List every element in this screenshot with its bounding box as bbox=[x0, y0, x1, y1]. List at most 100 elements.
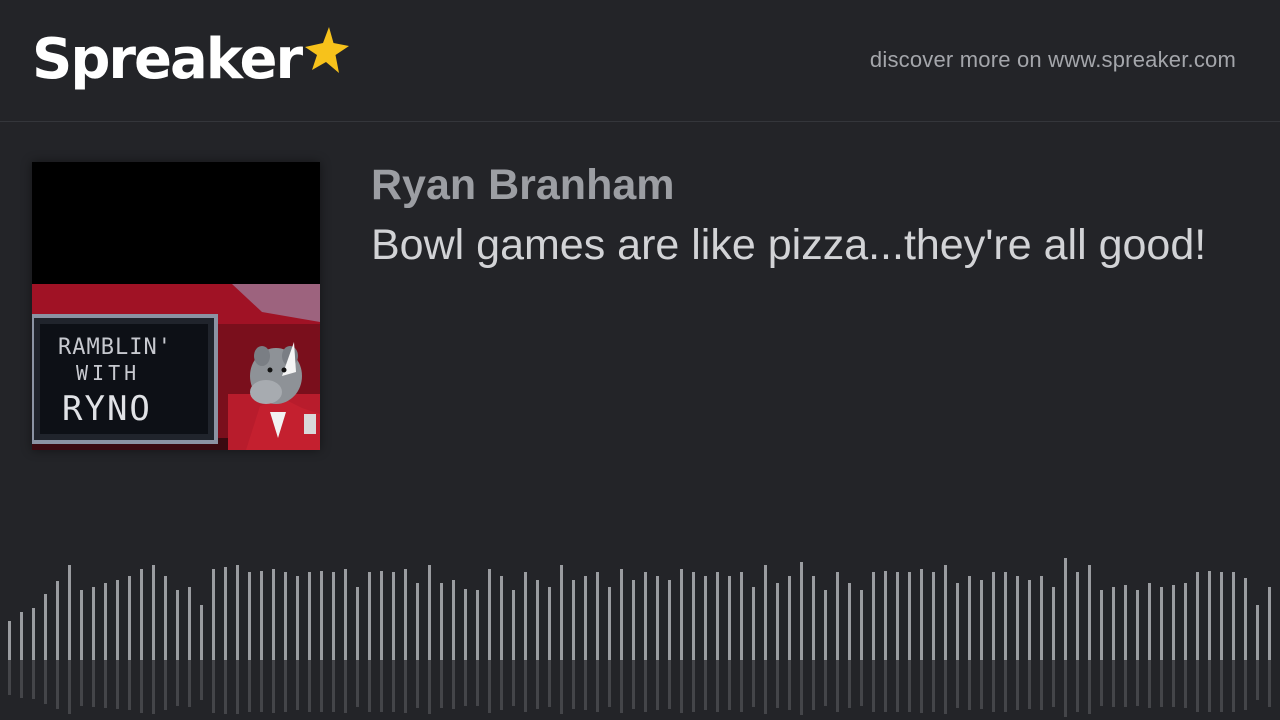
waveform-bar bbox=[440, 583, 443, 660]
waveform-bar bbox=[1004, 572, 1007, 660]
waveform-bar-reflection bbox=[596, 660, 599, 712]
waveform-bar-reflection bbox=[788, 660, 791, 710]
waveform-bar bbox=[140, 569, 143, 660]
waveform-bar-reflection bbox=[644, 660, 647, 712]
header-bar: Spreaker discover more on www.spreaker.c… bbox=[0, 0, 1280, 122]
waveform-bar bbox=[44, 594, 47, 660]
waveform-bar-reflection bbox=[860, 660, 863, 706]
cover-line3: RYNO bbox=[62, 389, 152, 429]
waveform-bar bbox=[644, 572, 647, 660]
waveform-bar-reflection bbox=[404, 660, 407, 713]
waveform-bar bbox=[152, 565, 155, 660]
waveform-bar bbox=[548, 587, 551, 660]
waveform-bar-reflection bbox=[296, 660, 299, 710]
waveform-bar bbox=[128, 576, 131, 660]
episode-meta: Ryan Branham Bowl games are like pizza..… bbox=[371, 158, 1231, 275]
waveform-bar-reflection bbox=[632, 660, 635, 709]
waveform-bar bbox=[8, 621, 11, 660]
waveform-bar bbox=[584, 576, 587, 660]
waveform-bar bbox=[20, 612, 23, 660]
waveform-bar bbox=[248, 572, 251, 660]
waveform-bar-reflection bbox=[20, 660, 23, 698]
waveform-bar-reflection bbox=[716, 660, 719, 712]
waveform-bar bbox=[1160, 587, 1163, 660]
waveform-bar bbox=[524, 572, 527, 660]
waveform-bar bbox=[572, 580, 575, 660]
waveform-bar-reflection bbox=[152, 660, 155, 714]
waveform-bar bbox=[356, 587, 359, 660]
waveform-bar bbox=[428, 565, 431, 660]
waveform-bar-reflection bbox=[1076, 660, 1079, 712]
spreaker-logo[interactable]: Spreaker bbox=[32, 24, 350, 96]
waveform-bar bbox=[860, 590, 863, 660]
waveform-bar bbox=[212, 569, 215, 660]
waveform-bar bbox=[824, 590, 827, 660]
waveform-bar-reflection bbox=[1088, 660, 1091, 714]
waveform-bar-reflection bbox=[284, 660, 287, 712]
waveform-bar bbox=[704, 576, 707, 660]
waveform-bar-reflection bbox=[224, 660, 227, 714]
waveform-bar-reflection bbox=[56, 660, 59, 709]
waveform-bar bbox=[392, 572, 395, 660]
waveform-bar bbox=[1244, 578, 1247, 660]
waveform-bar-reflection bbox=[92, 660, 95, 707]
waveform-bar-reflection bbox=[1052, 660, 1055, 707]
waveform-bar-reflection bbox=[8, 660, 11, 695]
waveform-bar bbox=[680, 569, 683, 660]
waveform-bar-reflection bbox=[368, 660, 371, 712]
waveform-bar-reflection bbox=[608, 660, 611, 707]
waveform-bar bbox=[920, 569, 923, 660]
waveform-bar-reflection bbox=[956, 660, 959, 708]
audio-waveform[interactable] bbox=[0, 500, 1280, 720]
waveform-bar-reflection bbox=[776, 660, 779, 708]
waveform-bar-reflection bbox=[728, 660, 731, 710]
waveform-bar-reflection bbox=[176, 660, 179, 706]
waveform-bar-reflection bbox=[44, 660, 47, 704]
waveform-bar bbox=[500, 576, 503, 660]
waveform-bar-reflection bbox=[1112, 660, 1115, 707]
waveform-bar bbox=[1268, 587, 1271, 660]
waveform-bar bbox=[68, 565, 71, 660]
waveform-bar-reflection bbox=[500, 660, 503, 710]
waveform-bar bbox=[716, 572, 719, 660]
waveform-bar-reflection bbox=[1220, 660, 1223, 712]
waveform-bar-reflection bbox=[812, 660, 815, 710]
episode-cover-art: RAMBLIN' WITH RYNO bbox=[32, 162, 320, 450]
waveform-bar-reflection bbox=[392, 660, 395, 712]
waveform-bar-reflection bbox=[236, 660, 239, 714]
waveform-bar bbox=[512, 590, 515, 660]
cover-line2: WITH bbox=[76, 361, 140, 385]
waveform-bar bbox=[1028, 580, 1031, 660]
waveform-bar bbox=[884, 571, 887, 660]
waveform-bar bbox=[488, 569, 491, 660]
waveform-bar bbox=[284, 572, 287, 660]
waveform-bar-reflection bbox=[1124, 660, 1127, 707]
waveform-bar-reflection bbox=[836, 660, 839, 712]
discover-link[interactable]: discover more on www.spreaker.com bbox=[870, 47, 1236, 73]
waveform-bar bbox=[1040, 576, 1043, 660]
logo-wordmark: Spreaker bbox=[32, 27, 303, 92]
waveform-bar bbox=[896, 572, 899, 660]
waveform-bar-reflection bbox=[908, 660, 911, 712]
episode-author[interactable]: Ryan Branham bbox=[371, 158, 1231, 212]
waveform-bar bbox=[764, 565, 767, 660]
waveform-bar bbox=[728, 576, 731, 660]
waveform-bar-reflection bbox=[272, 660, 275, 713]
waveform-bar-reflection bbox=[1268, 660, 1271, 707]
waveform-bar-reflection bbox=[488, 660, 491, 713]
waveform-bar-reflection bbox=[1136, 660, 1139, 706]
waveform-bar bbox=[788, 576, 791, 660]
waveform-bar bbox=[608, 587, 611, 660]
waveform-bar-reflection bbox=[992, 660, 995, 712]
waveform-bar-reflection bbox=[188, 660, 191, 707]
waveform-bar bbox=[692, 572, 695, 660]
waveform-bar-reflection bbox=[260, 660, 263, 712]
waveform-bar-reflection bbox=[560, 660, 563, 714]
waveform-bar-reflection bbox=[800, 660, 803, 715]
waveform-bar bbox=[332, 572, 335, 660]
waveform-bar bbox=[188, 587, 191, 660]
star-icon bbox=[305, 27, 350, 73]
waveform-bar-reflection bbox=[1172, 660, 1175, 707]
waveform-bar-reflection bbox=[128, 660, 131, 710]
waveform-bar bbox=[752, 587, 755, 660]
